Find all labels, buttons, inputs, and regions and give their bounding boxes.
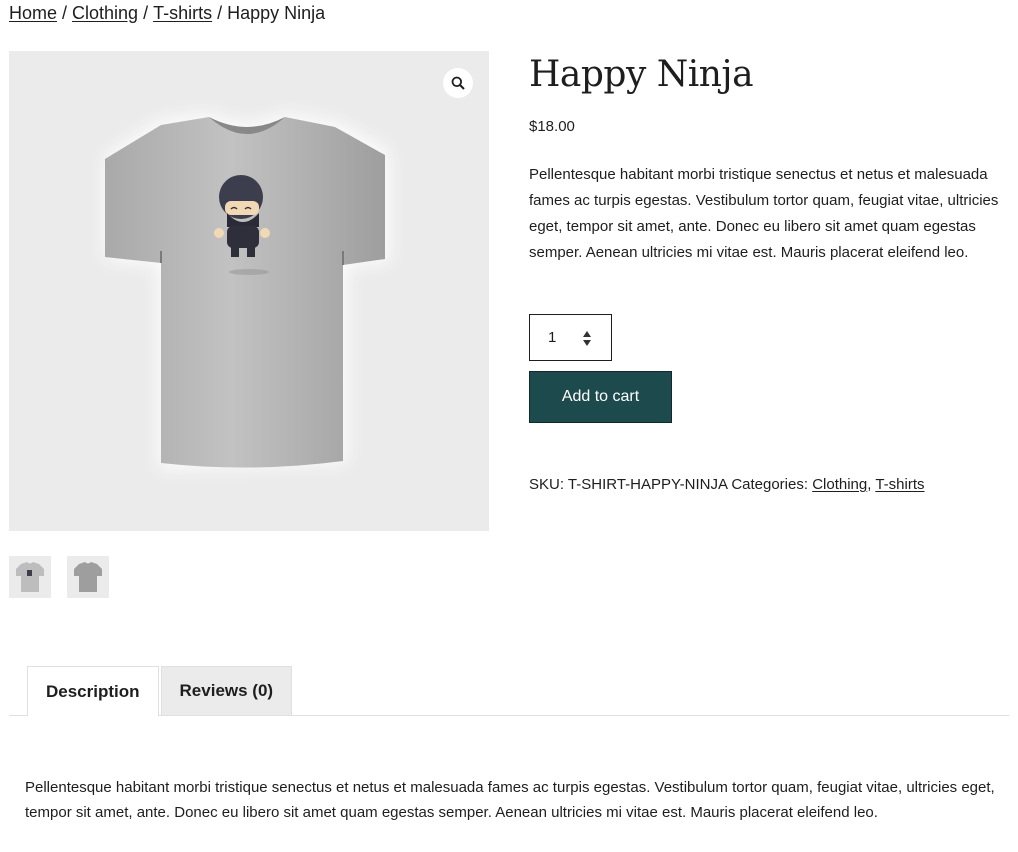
sku-value: T-SHIRT-HAPPY-NINJA <box>567 476 728 493</box>
thumbnail-front[interactable] <box>9 556 51 598</box>
product-title: Happy Ninja <box>529 54 754 95</box>
sku-label: SKU: <box>529 476 565 493</box>
breadcrumb-home-link[interactable]: Home <box>9 3 57 23</box>
breadcrumb-clothing-link[interactable]: Clothing <box>72 3 138 23</box>
quantity-input[interactable]: 1 <box>529 314 612 361</box>
category-link-tshirts[interactable]: T-shirts <box>875 476 924 493</box>
quantity-value: 1 <box>548 329 557 346</box>
tshirt-thumbnail-icon <box>74 562 102 592</box>
zoom-button[interactable] <box>443 68 473 98</box>
breadcrumb-tshirts-link[interactable]: T-shirts <box>153 3 212 23</box>
product-tabs: Description Reviews (0) <box>27 666 293 716</box>
product-image-gallery[interactable] <box>9 51 489 531</box>
categories-label: Categories: <box>731 476 809 493</box>
product-short-description: Pellentesque habitant morbi tristique se… <box>529 166 999 261</box>
gallery-thumbnails <box>9 556 109 598</box>
breadcrumb-current: Happy Ninja <box>227 3 326 23</box>
breadcrumb-separator: / <box>217 3 223 23</box>
product-long-description: Pellentesque habitant morbi tristique se… <box>25 779 995 821</box>
category-link-clothing[interactable]: Clothing <box>812 476 867 493</box>
add-to-cart-button[interactable]: Add to cart <box>529 371 672 423</box>
quantity-stepper[interactable] <box>583 331 591 346</box>
magnifier-icon <box>451 76 465 90</box>
breadcrumb: Home / Clothing / T-shirts / Happy Ninja <box>9 2 325 24</box>
breadcrumb-separator: / <box>143 3 149 23</box>
category-separator: , <box>867 476 872 493</box>
chevron-down-icon[interactable] <box>583 340 591 346</box>
thumbnail-back[interactable] <box>67 556 109 598</box>
product-image <box>105 113 389 469</box>
tab-description[interactable]: Description <box>27 666 159 716</box>
product-meta: SKU: T-SHIRT-HAPPY-NINJA Categories: Clo… <box>529 476 925 493</box>
product-price: $18.00 <box>529 118 575 135</box>
tshirt-thumbnail-icon <box>16 562 44 592</box>
product-summary: Happy Ninja $18.00 Pellentesque habitant… <box>529 52 1009 493</box>
chevron-up-icon[interactable] <box>583 331 591 337</box>
breadcrumb-separator: / <box>62 3 68 23</box>
tab-reviews[interactable]: Reviews (0) <box>160 666 293 715</box>
